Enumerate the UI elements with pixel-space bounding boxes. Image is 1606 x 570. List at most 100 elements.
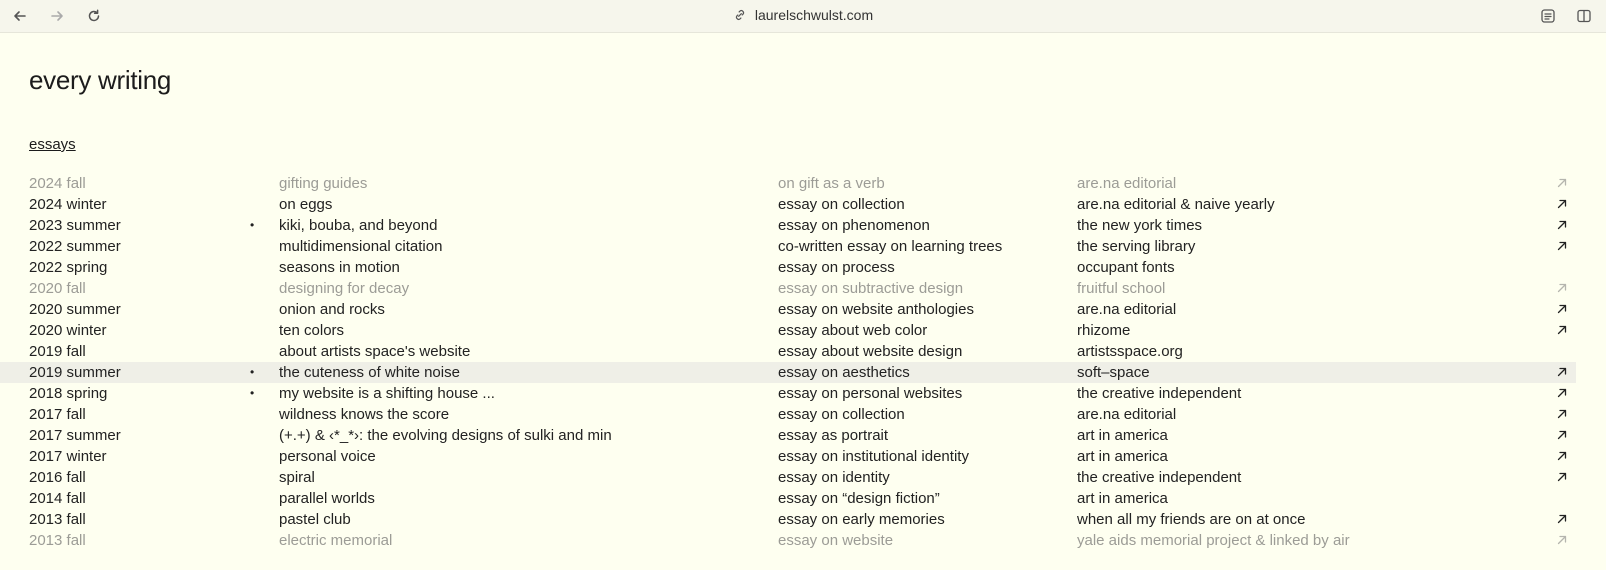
essay-date: 2022 summer <box>29 238 121 255</box>
external-link-arrow-icon[interactable] <box>1556 219 1570 233</box>
essay-publisher: occupant fonts <box>1077 259 1175 276</box>
external-link-arrow-icon[interactable] <box>1556 408 1570 422</box>
external-link-arrow-icon[interactable] <box>1556 177 1570 191</box>
essay-date: 2024 fall <box>29 175 86 192</box>
essay-kind: essay on website anthologies <box>778 301 974 318</box>
external-link-arrow-icon[interactable] <box>1556 240 1570 254</box>
essay-title: ten colors <box>279 322 345 339</box>
essay-date: 2019 fall <box>29 343 86 360</box>
essay-title: onion and rocks <box>279 301 385 318</box>
essay-row[interactable]: 2020 summer onion and rocks essay on websi… <box>0 299 1606 320</box>
address-bar[interactable]: laurelschwulst.com <box>0 7 1606 23</box>
link-icon <box>735 10 744 20</box>
external-link-arrow-icon[interactable] <box>1556 282 1570 296</box>
essay-row[interactable]: 2018 spring • my website is a shifting hou… <box>0 383 1606 404</box>
page-content: every writing essays 2024 fall gifting gu… <box>0 33 1606 570</box>
essay-title: (+.+) & ‹*_*›: the evolving designs of s… <box>279 427 612 444</box>
essay-kind: essay on collection <box>778 406 905 423</box>
essay-title: the cuteness of white noise <box>279 364 460 381</box>
essay-row[interactable]: 2017 winter personal voice essay on instit… <box>0 446 1606 467</box>
essay-title: designing for decay <box>279 280 410 297</box>
essay-title: kiki, bouba, and beyond <box>279 217 438 234</box>
essay-date: 2017 fall <box>29 406 86 423</box>
essay-date: 2024 winter <box>29 196 107 213</box>
external-link-arrow-icon[interactable] <box>1556 387 1570 401</box>
essay-date: 2022 spring <box>29 259 108 276</box>
essay-kind: essay about web color <box>778 322 928 339</box>
essay-kind: essay on “design fiction” <box>778 490 940 507</box>
browser-toolbar: laurelschwulst.com <box>0 0 1606 33</box>
essay-title: parallel worlds <box>279 490 375 507</box>
essay-row[interactable]: 2014 fall parallel worlds essay on “design… <box>0 488 1606 509</box>
essay-publisher: yale aids memorial project & linked by a… <box>1077 532 1350 549</box>
essay-publisher: are.na editorial <box>1077 175 1177 192</box>
essay-kind: essay on website <box>778 532 894 549</box>
essay-publisher: are.na editorial <box>1077 406 1177 423</box>
essay-row[interactable]: 2023 summer • kiki, bouba, and beyond essay… <box>0 215 1606 236</box>
external-link-arrow-icon[interactable] <box>1556 303 1570 317</box>
external-link-arrow-icon[interactable] <box>1556 471 1570 485</box>
essay-kind: essay on process <box>778 259 895 276</box>
essay-row[interactable]: 2013 fall electric memorial essay on websi… <box>0 530 1606 551</box>
external-link-arrow-icon[interactable] <box>1556 366 1570 380</box>
essay-date: 2018 spring <box>29 385 108 402</box>
essay-row[interactable]: 2020 winter ten colors essay about web col… <box>0 320 1606 341</box>
essay-date: 2019 summer <box>29 364 121 381</box>
essay-kind: essay on collection <box>778 196 905 213</box>
essay-publisher: art in america <box>1077 448 1168 465</box>
essay-kind: essay on early memories <box>778 511 945 528</box>
essay-title: my website is a shifting house ... <box>279 385 495 402</box>
essay-kind: essay on institutional identity <box>778 448 969 465</box>
essay-publisher: artistsspace.org <box>1077 343 1183 360</box>
essay-row[interactable]: 2024 fall gifting guides on gift as a verb… <box>0 173 1606 194</box>
essay-row[interactable]: 2022 spring seasons in motion essay on pro… <box>0 257 1606 278</box>
essay-publisher: the creative independent <box>1077 385 1242 402</box>
essay-kind: essay on aesthetics <box>778 364 910 381</box>
essay-title: on eggs <box>279 196 333 213</box>
essay-title: multidimensional citation <box>279 238 443 255</box>
bullet-dot: • <box>250 218 255 232</box>
essay-date: 2020 winter <box>29 322 107 339</box>
essay-publisher: are.na editorial <box>1077 301 1177 318</box>
bullet-dot: • <box>250 386 255 400</box>
external-link-arrow-icon[interactable] <box>1556 450 1570 464</box>
essay-row[interactable]: 2022 summer multidimensional citation co-w… <box>0 236 1606 257</box>
section-link-essays[interactable]: essays <box>29 136 76 153</box>
essay-kind: essay on identity <box>778 469 890 486</box>
reader-mode-icon <box>1541 9 1555 23</box>
page-title: every writing <box>29 65 172 95</box>
essay-title: about artists space's website <box>279 343 471 360</box>
essay-title: gifting guides <box>279 175 368 192</box>
reader-mode-button[interactable] <box>1538 6 1558 26</box>
external-link-arrow-icon[interactable] <box>1556 198 1570 212</box>
essay-date: 2013 fall <box>29 511 86 528</box>
essay-row[interactable]: 2016 fall spiral essay on identity the crea… <box>0 467 1606 488</box>
essay-publisher: the serving library <box>1077 238 1196 255</box>
external-link-arrow-icon[interactable] <box>1556 324 1570 338</box>
essay-row[interactable]: 2024 winter on eggs essay on collection are… <box>0 194 1606 215</box>
external-link-arrow-icon[interactable] <box>1556 513 1570 527</box>
essay-date: 2013 fall <box>29 532 86 549</box>
external-link-arrow-icon[interactable] <box>1556 534 1570 548</box>
essay-publisher: the new york times <box>1077 217 1203 234</box>
essay-row[interactable]: 2019 fall about artists space's website es… <box>0 341 1606 362</box>
essay-publisher: art in america <box>1077 490 1168 507</box>
essays-list: 2024 fall gifting guides on gift as a verb… <box>0 173 1606 551</box>
essay-publisher: soft–space <box>1077 364 1150 381</box>
sidebar-button[interactable] <box>1574 6 1594 26</box>
sidebar-icon <box>1577 9 1591 23</box>
essay-row[interactable]: 2019 summer • the cuteness of white noise e… <box>0 362 1576 383</box>
essay-date: 2017 winter <box>29 448 107 465</box>
essay-title: seasons in motion <box>279 259 400 276</box>
essay-date: 2014 fall <box>29 490 86 507</box>
essay-row[interactable]: 2017 summer (+.+) & ‹*_*›: the evolving d… <box>0 425 1606 446</box>
essay-title: wildness knows the score <box>279 406 450 423</box>
external-link-arrow-icon[interactable] <box>1556 429 1570 443</box>
essay-row[interactable]: 2013 fall pastel club essay on early memor… <box>0 509 1606 530</box>
essay-kind: co-written essay on learning trees <box>778 238 1003 255</box>
essay-row[interactable]: 2017 fall wildness knows the score essay o… <box>0 404 1606 425</box>
essay-title: electric memorial <box>279 532 393 549</box>
essay-publisher: fruitful school <box>1077 280 1166 297</box>
essay-kind: essay on personal websites <box>778 385 963 402</box>
essay-row[interactable]: 2020 fall designing for decay essay on sub… <box>0 278 1606 299</box>
